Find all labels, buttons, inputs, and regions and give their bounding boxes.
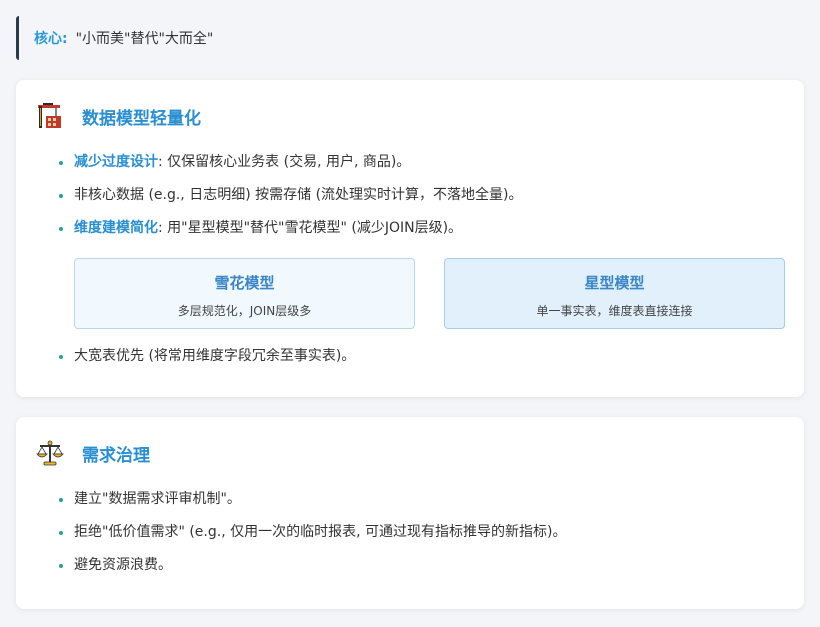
bullet-text: : 用"星型模型"替代"雪花模型" (减少JOIN层级)。: [158, 220, 463, 236]
snowflake-title: 雪花模型: [214, 274, 275, 292]
star-title: 星型模型: [584, 274, 645, 292]
snowflake-desc: 多层规范化，JOIN层级多: [177, 304, 312, 318]
card-header: 需求治理: [36, 439, 150, 467]
construction-crane-icon: [38, 103, 61, 128]
card-header: 数据模型轻量化: [36, 102, 201, 130]
core-callout: 核心: "小而美"替代"大而全": [16, 16, 376, 60]
bullet-highlight: 减少过度设计: [74, 154, 158, 170]
list-item: 建立"数据需求评审机制"。: [56, 489, 566, 522]
requirement-governance-card: 需求治理 建立"数据需求评审机制"。 拒绝"低价值需求" (e.g., 仅用一次…: [16, 417, 804, 609]
core-text: "小而美"替代"大而全": [75, 31, 214, 47]
section-title: 数据模型轻量化: [82, 108, 201, 129]
list-item: 拒绝"低价值需求" (e.g., 仅用一次的临时报表, 可通过现有指标推导的新指…: [56, 522, 566, 555]
list-item: 非核心数据 (e.g., 日志明细) 按需存储 (流处理实时计算，不落地全量)。: [56, 185, 523, 218]
bullet-highlight: 维度建模简化: [74, 220, 158, 236]
bullet-list: 建立"数据需求评审机制"。 拒绝"低价值需求" (e.g., 仅用一次的临时报表…: [56, 489, 566, 588]
bullet-text: 大宽表优先 (将常用维度字段冗余至事实表)。: [74, 348, 356, 364]
list-item: 大宽表优先 (将常用维度字段冗余至事实表)。: [56, 346, 355, 379]
star-desc: 单一事实表，维度表直接连接: [536, 304, 693, 318]
balance-scale-icon: [36, 440, 64, 466]
core-label: 核心:: [34, 31, 68, 47]
data-model-card: 数据模型轻量化 减少过度设计: 仅保留核心业务表 (交易, 用户, 商品)。 非…: [16, 80, 804, 397]
star-model-box: 星型模型 单一事实表，维度表直接连接: [444, 258, 785, 329]
snowflake-model-box: 雪花模型 多层规范化，JOIN层级多: [74, 258, 415, 329]
list-item: 减少过度设计: 仅保留核心业务表 (交易, 用户, 商品)。: [56, 152, 523, 185]
list-item: 避免资源浪费。: [56, 555, 566, 588]
bullet-list-bottom: 大宽表优先 (将常用维度字段冗余至事实表)。: [56, 346, 355, 379]
bullet-text: : 仅保留核心业务表 (交易, 用户, 商品)。: [158, 154, 411, 170]
bullet-list-top: 减少过度设计: 仅保留核心业务表 (交易, 用户, 商品)。 非核心数据 (e.…: [56, 152, 523, 251]
section-title: 需求治理: [82, 445, 150, 466]
list-item: 维度建模简化: 用"星型模型"替代"雪花模型" (减少JOIN层级)。: [56, 218, 523, 251]
bullet-text: 非核心数据 (e.g., 日志明细) 按需存储 (流处理实时计算，不落地全量)。: [74, 187, 523, 203]
